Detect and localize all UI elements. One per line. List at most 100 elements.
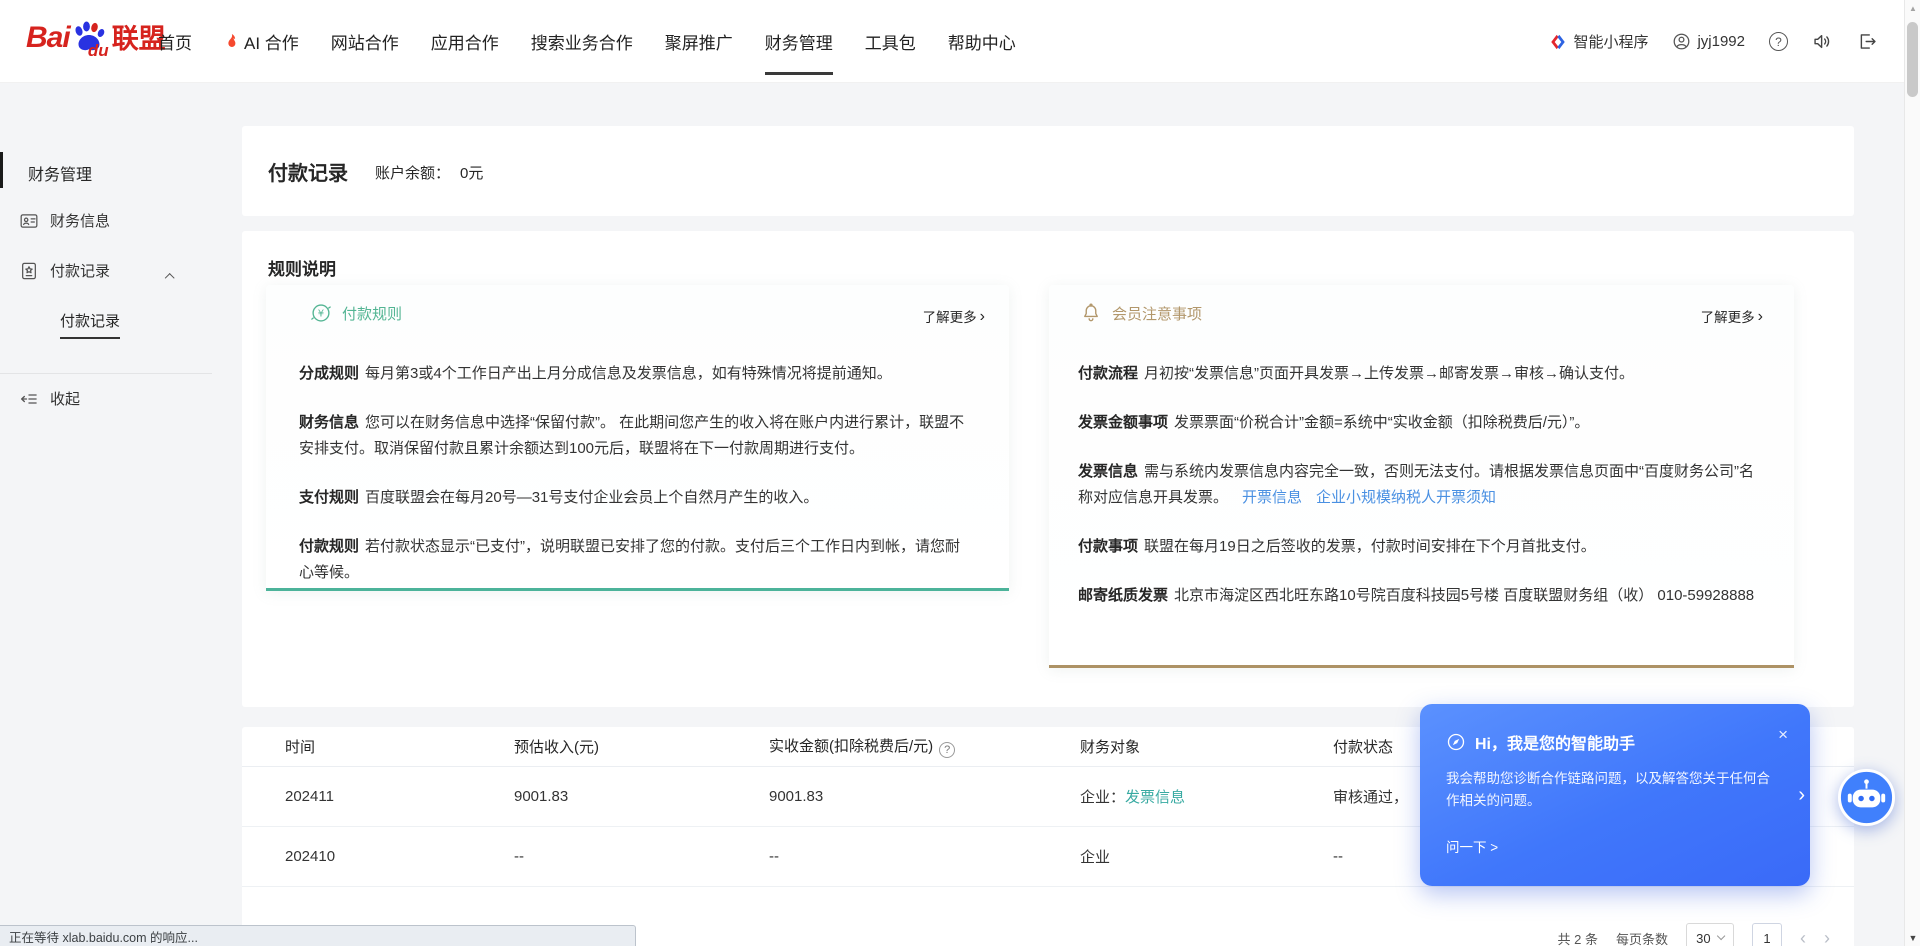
cell-actual: -- — [769, 848, 1080, 865]
nav-home[interactable]: 首页 — [158, 0, 192, 83]
miniprogram-link[interactable]: 智能小程序 — [1549, 31, 1648, 52]
bell-icon — [1080, 302, 1102, 324]
rules-section-title: 规则说明 — [268, 255, 336, 280]
close-icon[interactable]: × — [1778, 726, 1788, 743]
member-notice-card-title: 会员注意事项 — [1112, 303, 1202, 324]
nav-ai-cooperation[interactable]: AI 合作 — [224, 0, 299, 83]
prev-page-button[interactable]: ‹ — [1800, 924, 1806, 946]
rule-item: 发票金额事项发票票面“价税合计”金额=系统中“实收金额（扣除税费后/元）”。 — [1078, 410, 1764, 436]
col-finance-target: 财务对象 — [1080, 736, 1333, 757]
baidu-paw-icon: du — [71, 18, 107, 58]
cell-time: 202411 — [285, 788, 514, 805]
sidebar-collapse-button[interactable]: 收起 — [19, 388, 80, 409]
payment-rules-more-link[interactable]: 了解更多 › — [923, 306, 985, 326]
payment-rules-card-body: 分成规则每月第3或4个工作日产出上月分成信息及发票信息，如有特殊情况将提前通知。… — [266, 341, 1009, 586]
balance-value: 0元 — [460, 165, 483, 182]
nav-help-label: 帮助中心 — [948, 29, 1016, 54]
sound-icon[interactable] — [1812, 31, 1833, 52]
page-header-panel: 付款记录 账户余额：0元 — [242, 126, 1854, 216]
nav-toolkit-label: 工具包 — [865, 29, 916, 54]
user-account[interactable]: jyj1992 — [1672, 32, 1745, 51]
rule-label: 财务信息 — [299, 414, 359, 431]
nav-screen-promotion[interactable]: 聚屏推广 — [665, 0, 733, 83]
sidebar-finance-info-label: 财务信息 — [50, 210, 110, 231]
invoice-info-link[interactable]: 开票信息 — [1242, 489, 1302, 506]
rule-item: 财务信息您可以在财务信息中选择“保留付款”。 在此期间您产生的收入将在账户内进行… — [299, 410, 973, 462]
rule-text: 每月第3或4个工作日产出上月分成信息及发票信息，如有特殊情况将提前通知。 — [365, 365, 892, 382]
nav-toolkit[interactable]: 工具包 — [865, 0, 916, 83]
baidu-union-logo[interactable]: Bai du 联盟 — [26, 18, 166, 58]
per-page-label: 每页条数 — [1616, 929, 1668, 946]
rule-item: 付款流程月初按“发票信息”页面开具发票→上传发票→邮寄发票→审核→确认支付。 — [1078, 361, 1764, 387]
nav-search-cooperation[interactable]: 搜索业务合作 — [531, 0, 633, 83]
compass-icon — [1446, 732, 1466, 752]
member-notice-card-body: 付款流程月初按“发票信息”页面开具发票→上传发票→邮寄发票→审核→确认支付。 发… — [1049, 341, 1794, 609]
assistant-popup: Hi，我是您的智能助手 × 我会帮助您诊断合作链路问题，以及解答您关于任何合作相… — [1420, 704, 1810, 886]
rule-label: 分成规则 — [299, 365, 359, 382]
nav-ai-label: AI 合作 — [244, 29, 299, 54]
rule-label: 支付规则 — [299, 489, 359, 506]
rule-text: 发票票面“价税合计”金额=系统中“实收金额（扣除税费后/元）”。 — [1174, 414, 1589, 431]
rule-label: 发票金额事项 — [1078, 414, 1168, 431]
nav-app-cooperation[interactable]: 应用合作 — [431, 0, 499, 83]
browser-status-bar: 正在等待 xlab.baidu.com 的响应... — [0, 925, 636, 946]
payment-rules-card: ¥ 付款规则 了解更多 › 分成规则每月第3或4个工作日产出上月分成信息及发票信… — [266, 285, 1009, 591]
page-number-button[interactable]: 1 — [1752, 923, 1782, 946]
top-navigation-bar: Bai du 联盟 首页 AI 合作 网站合作 — [0, 0, 1920, 83]
nav-website-label: 网站合作 — [331, 29, 399, 54]
nav-help-center[interactable]: 帮助中心 — [948, 0, 1016, 83]
invoice-info-table-link[interactable]: 发票信息 — [1125, 789, 1185, 806]
logo-text-du: du — [88, 41, 109, 61]
sidebar-subitem-payment-records[interactable]: 付款记录 — [60, 310, 120, 339]
sidebar-item-finance-info[interactable]: 财务信息 — [19, 210, 110, 231]
scrollbar-thumb[interactable] — [1907, 22, 1918, 97]
per-page-select[interactable]: 30 — [1686, 923, 1734, 946]
nav-finance-management[interactable]: 财务管理 — [765, 0, 833, 83]
svg-text:¥: ¥ — [318, 309, 324, 320]
chevron-up-icon[interactable] — [166, 268, 173, 284]
topbar-right-area: 智能小程序 jyj1992 ? — [1549, 0, 1878, 83]
col-estimated-income: 预估收入(元) — [514, 736, 769, 757]
cell-finance-target: 企业：发票信息 — [1080, 786, 1333, 807]
page-scrollbar[interactable]: ▲ ▼ — [1904, 0, 1920, 946]
help-icon[interactable]: ? — [1769, 32, 1788, 51]
small-taxpayer-notice-link[interactable]: 企业小规模纳税人开票须知 — [1316, 489, 1496, 506]
rule-text: 若付款状态显示“已支付”，说明联盟已安排了您的付款。支付后三个工作日内到帐，请您… — [299, 538, 960, 581]
nav-website-cooperation[interactable]: 网站合作 — [331, 0, 399, 83]
chevron-down-icon — [1716, 932, 1725, 941]
chevron-right-icon: › — [1758, 310, 1763, 323]
cell-target-label: 企业 — [1080, 849, 1110, 866]
logout-icon[interactable] — [1857, 31, 1878, 52]
sidebar-item-payment-records[interactable]: 付款记录 — [19, 260, 110, 281]
rule-item: 付款规则若付款状态显示“已支付”，说明联盟已安排了您的付款。支付后三个工作日内到… — [299, 534, 973, 586]
nav-home-label: 首页 — [158, 29, 192, 54]
assistant-robot-avatar[interactable] — [1837, 768, 1896, 827]
page-canvas: Bai du 联盟 首页 AI 合作 网站合作 — [0, 0, 1920, 946]
more-label: 了解更多 — [923, 306, 977, 326]
coin-icon: ¥ — [310, 302, 332, 324]
scroll-down-arrow-icon[interactable]: ▼ — [1905, 933, 1920, 943]
sidebar-subitem-label: 付款记录 — [60, 310, 120, 339]
assistant-expand-arrow[interactable]: › — [1798, 784, 1805, 807]
rule-item: 分成规则每月第3或4个工作日产出上月分成信息及发票信息，如有特殊情况将提前通知。 — [299, 361, 973, 387]
nav-app-label: 应用合作 — [431, 29, 499, 54]
assistant-body: 我会帮助您诊断合作链路问题，以及解答您关于任何合作相关的问题。 — [1446, 768, 1782, 812]
col-actual-amount-label: 实收金额(扣除税费后/元) — [769, 738, 933, 755]
sidebar-active-indicator — [0, 152, 3, 188]
nav-finance-label: 财务管理 — [765, 29, 833, 54]
scroll-up-arrow-icon[interactable]: ▲ — [1905, 4, 1920, 13]
sidebar-section-title: 财务管理 — [28, 161, 92, 185]
miniprogram-label: 智能小程序 — [1573, 31, 1648, 52]
collapse-icon — [19, 389, 39, 409]
cell-estimated: 9001.83 — [514, 788, 769, 805]
rule-item: 发票信息需与系统内发票信息内容完全一致，否则无法支付。请根据发票信息页面中“百度… — [1078, 459, 1764, 511]
main-nav: 首页 AI 合作 网站合作 应用合作 搜索业务合作 聚屏推广 财务管理 工具包 … — [158, 0, 1016, 83]
assistant-ask-link[interactable]: 问一下 > — [1446, 836, 1498, 856]
rule-text: 北京市海淀区西北旺东路10号院百度科技园5号楼 百度联盟财务组（收） 010-5… — [1174, 587, 1754, 604]
nav-search-label: 搜索业务合作 — [531, 29, 633, 54]
member-notice-more-link[interactable]: 了解更多 › — [1701, 306, 1763, 326]
rule-label: 付款流程 — [1078, 365, 1138, 382]
next-page-button[interactable]: › — [1824, 924, 1830, 946]
chevron-right-icon: › — [980, 310, 985, 323]
question-circle-icon[interactable]: ? — [939, 742, 955, 758]
